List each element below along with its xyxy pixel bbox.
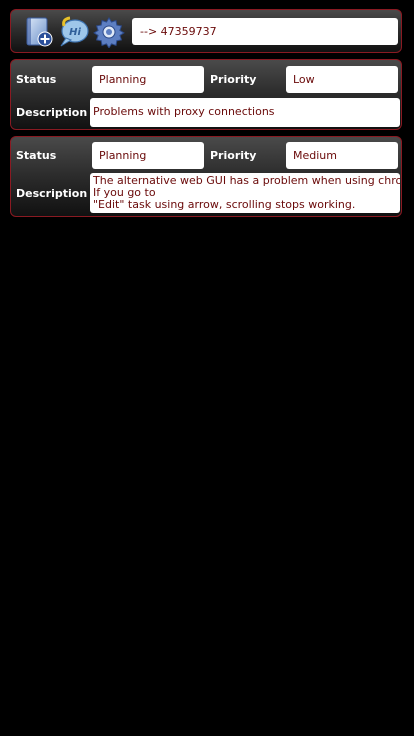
- priority-label: Priority: [210, 149, 257, 162]
- status-label: Status: [16, 73, 57, 86]
- gear-icon[interactable]: [93, 16, 125, 49]
- task-card[interactable]: Status Planning Priority Medium Descript…: [10, 136, 402, 217]
- svg-text:Hi: Hi: [69, 27, 81, 38]
- new-task-icon[interactable]: [23, 16, 55, 48]
- description-line: Problems with proxy connections: [93, 105, 275, 118]
- priority-field[interactable]: Medium: [286, 142, 398, 169]
- description-label: Description: [16, 187, 88, 200]
- priority-field[interactable]: Low: [286, 66, 398, 93]
- toolbar: Hi --> 47359737: [10, 9, 402, 53]
- status-label: Status: [16, 149, 57, 162]
- search-input[interactable]: --> 47359737: [132, 18, 398, 45]
- status-field[interactable]: Planning: [92, 66, 204, 93]
- priority-label: Priority: [210, 73, 257, 86]
- description-field[interactable]: Problems with proxy connections: [90, 98, 400, 127]
- description-line: "Edit" task using arrow, scrolling stops…: [93, 198, 356, 211]
- chat-icon[interactable]: Hi: [58, 16, 90, 48]
- task-card[interactable]: Status Planning Priority Low Description…: [10, 59, 402, 130]
- status-field[interactable]: Planning: [92, 142, 204, 169]
- description-field[interactable]: The alternative web GUI has a problem wh…: [90, 173, 400, 213]
- description-label: Description: [16, 106, 88, 119]
